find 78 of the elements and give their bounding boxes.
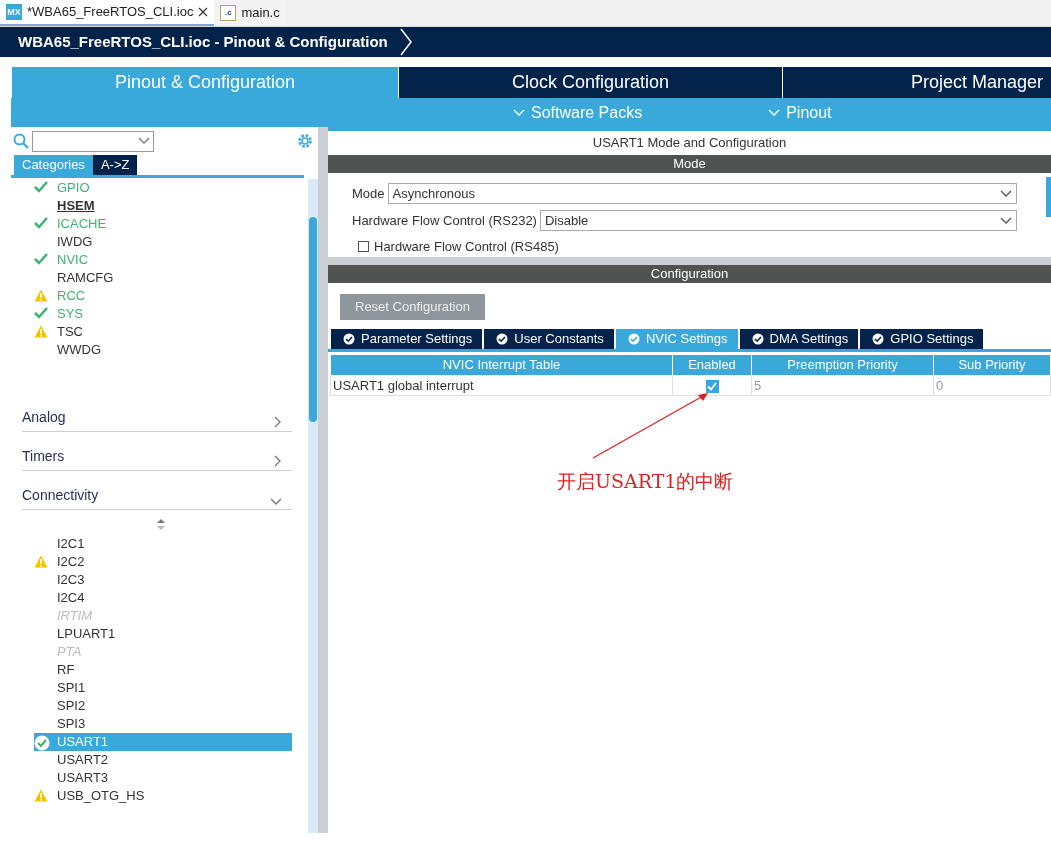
peripheral-item[interactable]: I2C1 bbox=[34, 535, 292, 553]
scrollbar[interactable] bbox=[1046, 177, 1051, 217]
settings-tab[interactable]: Parameter Settings bbox=[331, 329, 485, 349]
check-icon bbox=[34, 217, 48, 229]
chevron-down-icon bbox=[513, 108, 525, 117]
chevron-down-icon bbox=[137, 137, 150, 145]
checkbox[interactable] bbox=[358, 241, 369, 253]
app-logo-icon: MX bbox=[6, 4, 22, 20]
check-circle-icon bbox=[496, 333, 509, 345]
peripheral-item[interactable]: TSC bbox=[34, 323, 292, 341]
table-cell: 0 bbox=[933, 375, 1051, 396]
section-header: Configuration bbox=[328, 265, 1051, 283]
annotation-text: 开启USART1的中断 bbox=[557, 469, 734, 494]
peripheral-item[interactable]: I2C2 bbox=[34, 553, 292, 571]
check-icon bbox=[34, 253, 48, 265]
peripheral-item[interactable]: LPUART1 bbox=[34, 625, 292, 643]
peripheral-item[interactable]: I2C3 bbox=[34, 571, 292, 589]
check-circle-icon bbox=[751, 333, 764, 345]
settings-icon[interactable] bbox=[296, 132, 314, 150]
select-field[interactable]: Asynchronous bbox=[387, 183, 1017, 204]
chevron-down-icon bbox=[1000, 216, 1012, 225]
chevron-down-icon bbox=[1000, 189, 1012, 198]
warning-icon bbox=[34, 325, 48, 338]
sort-icon[interactable] bbox=[157, 519, 165, 530]
peripheral-item[interactable]: USART3 bbox=[34, 769, 292, 787]
check-circle-icon bbox=[34, 735, 50, 751]
editor-tab[interactable]: MX *WBA65_FreeRTOS_CLI.ioc bbox=[0, 0, 215, 26]
peripheral-item[interactable]: IWDG bbox=[34, 233, 292, 251]
column-header: Preemption Priority bbox=[751, 354, 934, 375]
category-header[interactable]: Timers bbox=[22, 432, 292, 471]
section-header: Mode bbox=[328, 155, 1051, 173]
peripheral-item[interactable]: USB_OTG_HS bbox=[34, 787, 292, 805]
check-circle-icon bbox=[627, 333, 640, 345]
column-header: NVIC Interrupt Table bbox=[330, 354, 673, 375]
settings-tab[interactable]: DMA Settings bbox=[739, 329, 861, 349]
chevron-right-icon bbox=[274, 415, 282, 428]
field-label: Hardware Flow Control (RS232) bbox=[352, 211, 537, 230]
close-icon[interactable] bbox=[198, 7, 209, 17]
chevron-down-icon bbox=[270, 497, 282, 506]
category-header[interactable]: Analog bbox=[22, 393, 292, 432]
warning-icon bbox=[34, 555, 48, 568]
table-cell: 5 bbox=[751, 375, 934, 396]
peripheral-item[interactable]: RF bbox=[34, 661, 292, 679]
panel-title: USART1 Mode and Configuration bbox=[591, 134, 788, 152]
search-field[interactable] bbox=[32, 130, 154, 152]
check-circle-icon bbox=[872, 333, 885, 345]
field-label: Mode bbox=[352, 184, 385, 203]
column-header: Enabled bbox=[672, 354, 752, 375]
category-header[interactable]: Connectivity bbox=[22, 471, 292, 510]
peripheral-item[interactable]: SPI3 bbox=[34, 715, 292, 733]
chevron-right-icon bbox=[274, 454, 282, 467]
checkbox-label: Hardware Flow Control (RS485) bbox=[374, 238, 559, 256]
peripheral-item[interactable]: HSEM bbox=[34, 197, 292, 215]
peripheral-item[interactable]: I2C4 bbox=[34, 589, 292, 607]
peripheral-item[interactable]: SPI1 bbox=[34, 679, 292, 697]
search-icon[interactable] bbox=[13, 133, 29, 149]
column-header: Sub Priority bbox=[933, 354, 1051, 375]
settings-tab[interactable]: User Constants bbox=[484, 329, 616, 349]
main-tab[interactable]: Project Manager bbox=[782, 67, 1051, 98]
check-icon bbox=[34, 307, 48, 319]
table-cell: USART1 global interrupt bbox=[330, 375, 673, 396]
main-tab[interactable]: Clock Configuration bbox=[398, 67, 782, 98]
view-tab[interactable]: A->Z bbox=[92, 155, 138, 175]
warning-icon bbox=[34, 789, 48, 802]
file-icon: .c bbox=[220, 5, 237, 21]
settings-tab[interactable]: GPIO Settings bbox=[860, 329, 986, 349]
peripheral-item[interactable]: RAMCFG bbox=[34, 269, 292, 287]
warning-icon bbox=[34, 289, 48, 302]
scrollbar[interactable] bbox=[308, 179, 318, 833]
check-circle-icon bbox=[343, 333, 355, 345]
checkbox[interactable] bbox=[705, 379, 719, 393]
chevron-down-icon bbox=[768, 108, 781, 117]
breadcrumb[interactable]: WBA65_FreeRTOS_CLI.ioc - Pinout & Configuration bbox=[18, 30, 388, 54]
peripheral-item[interactable]: WWDG bbox=[34, 341, 292, 359]
peripheral-item[interactable]: USART2 bbox=[34, 751, 292, 769]
peripheral-item[interactable]: SPI2 bbox=[34, 697, 292, 715]
select-field[interactable]: Disable bbox=[539, 210, 1017, 231]
check-icon bbox=[34, 181, 48, 193]
